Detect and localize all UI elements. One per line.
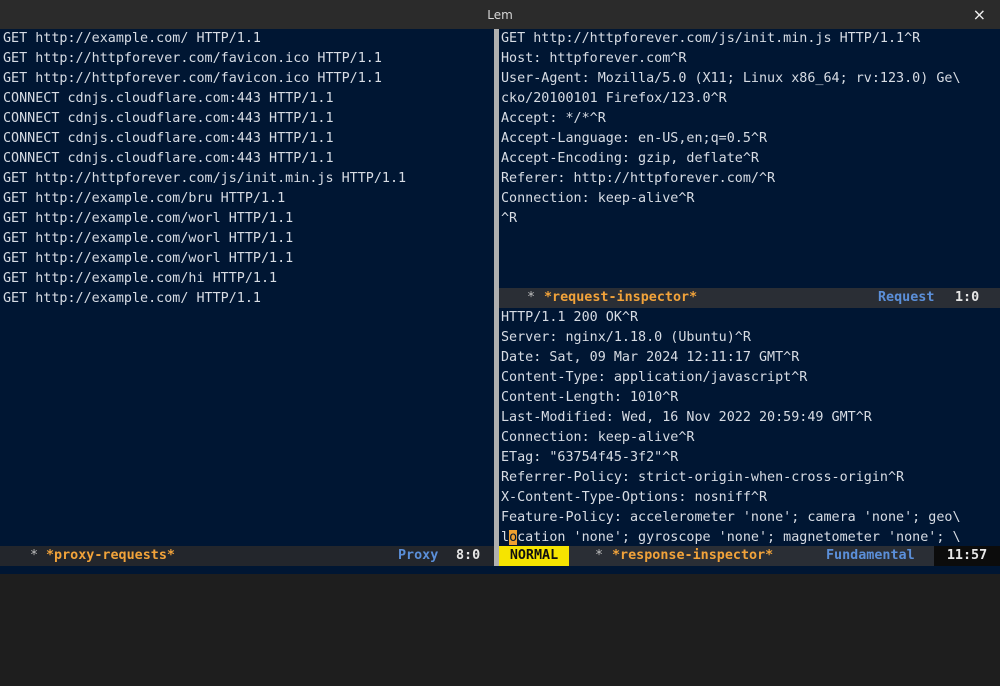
modified-indicator: * [527, 290, 536, 305]
header-line: Content-Length: 1010^R [501, 390, 679, 405]
text-cursor[interactable]: o [509, 530, 518, 545]
request-line[interactable]: GET http://example.com/hi HTTP/1.1 [0, 269, 494, 289]
header-line: Accept-Language: en-US,en;q=0.5^R [501, 131, 768, 146]
vim-state-badge: NORMAL [499, 546, 569, 566]
request-inspector-pane[interactable]: GET http://httpforever.com/js/init.min.j… [499, 29, 1000, 288]
request-inspector-modeline: * *request-inspector* Request 1:0 [499, 288, 1000, 308]
cursor-line-after: cation 'none'; gyroscope 'none'; magneto… [517, 530, 961, 545]
modified-indicator: * [30, 548, 39, 563]
window-titlebar: Lem × [0, 0, 1000, 30]
header-line: cko/20100101 Firefox/123.0^R [501, 91, 727, 106]
header-line: ETag: "63754f45-3f2"^R [501, 450, 679, 465]
header-line: ^R [501, 211, 518, 226]
header-line: Date: Sat, 09 Mar 2024 12:11:17 GMT^R [501, 350, 800, 365]
cursor-position: 8:0 [456, 548, 481, 563]
buffer-name: *response-inspector* [612, 548, 774, 563]
request-line[interactable]: GET http://example.com/worl HTTP/1.1 [0, 229, 494, 249]
window-title: Lem [487, 7, 513, 22]
major-mode: Proxy [398, 548, 439, 563]
major-mode: Fundamental [826, 548, 915, 563]
echo-area[interactable] [0, 566, 1000, 574]
header-line: Accept: */*^R [501, 111, 606, 126]
response-inspector-modeline: NORMAL * *response-inspector* Fundamenta… [499, 546, 1000, 566]
header-line: HTTP/1.1 200 OK^R [501, 310, 639, 325]
request-line[interactable]: GET http://example.com/ HTTP/1.1 [0, 29, 494, 49]
request-line[interactable]: GET http://httpforever.com/favicon.ico H… [0, 49, 494, 69]
header-line: User-Agent: Mozilla/5.0 (X11; Linux x86_… [501, 71, 961, 86]
header-line: Referer: http://httpforever.com/^R [501, 171, 776, 186]
response-inspector-pane[interactable]: HTTP/1.1 200 OK^R Server: nginx/1.18.0 (… [499, 308, 1000, 546]
request-line[interactable]: GET http://example.com/worl HTTP/1.1 [0, 249, 494, 269]
buffer-name: *request-inspector* [544, 290, 698, 305]
cursor-line: location 'none'; gyroscope 'none'; magne… [499, 528, 1000, 546]
buffer-name: *proxy-requests* [46, 548, 175, 563]
header-line: GET http://httpforever.com/js/init.min.j… [501, 31, 921, 46]
request-line[interactable]: GET http://httpforever.com/js/init.min.j… [0, 169, 494, 189]
request-line[interactable]: CONNECT cdnjs.cloudflare.com:443 HTTP/1.… [0, 149, 494, 169]
header-line: Content-Type: application/javascript^R [501, 370, 808, 385]
header-line: Connection: keep-alive^R [501, 430, 695, 445]
request-line[interactable]: CONNECT cdnjs.cloudflare.com:443 HTTP/1.… [0, 89, 494, 109]
request-line[interactable]: GET http://httpforever.com/favicon.ico H… [0, 69, 494, 89]
request-line[interactable]: CONNECT cdnjs.cloudflare.com:443 HTTP/1.… [0, 129, 494, 149]
modified-indicator: * [595, 548, 604, 563]
cursor-position: 1:0 [955, 290, 980, 305]
close-icon[interactable]: × [973, 5, 986, 24]
header-line: Connection: keep-alive^R [501, 191, 695, 206]
proxy-requests-modeline: * *proxy-requests* Proxy 8:0 [0, 546, 494, 566]
cursor-line-before: l [501, 530, 510, 545]
major-mode: Request [878, 290, 935, 305]
header-line: Server: nginx/1.18.0 (Ubuntu)^R [501, 330, 751, 345]
request-line[interactable]: CONNECT cdnjs.cloudflare.com:443 HTTP/1.… [0, 109, 494, 129]
request-line[interactable]: GET http://example.com/bru HTTP/1.1 [0, 189, 494, 209]
request-line[interactable]: GET http://example.com/ HTTP/1.1 [0, 289, 494, 309]
request-line[interactable]: GET http://example.com/worl HTTP/1.1 [0, 209, 494, 229]
header-line: X-Content-Type-Options: nosniff^R [501, 490, 768, 505]
header-line: Accept-Encoding: gzip, deflate^R [501, 151, 759, 166]
header-line: Last-Modified: Wed, 16 Nov 2022 20:59:49… [501, 410, 872, 425]
header-line: Feature-Policy: accelerometer 'none'; ca… [501, 510, 961, 525]
editor-area: GET http://example.com/ HTTP/1.1 GET htt… [0, 29, 1000, 574]
header-line: Referrer-Policy: strict-origin-when-cros… [501, 470, 905, 485]
proxy-requests-pane[interactable]: GET http://example.com/ HTTP/1.1 GET htt… [0, 29, 494, 546]
cursor-position: 11:57 [934, 546, 1000, 566]
header-line: Host: httpforever.com^R [501, 51, 687, 66]
